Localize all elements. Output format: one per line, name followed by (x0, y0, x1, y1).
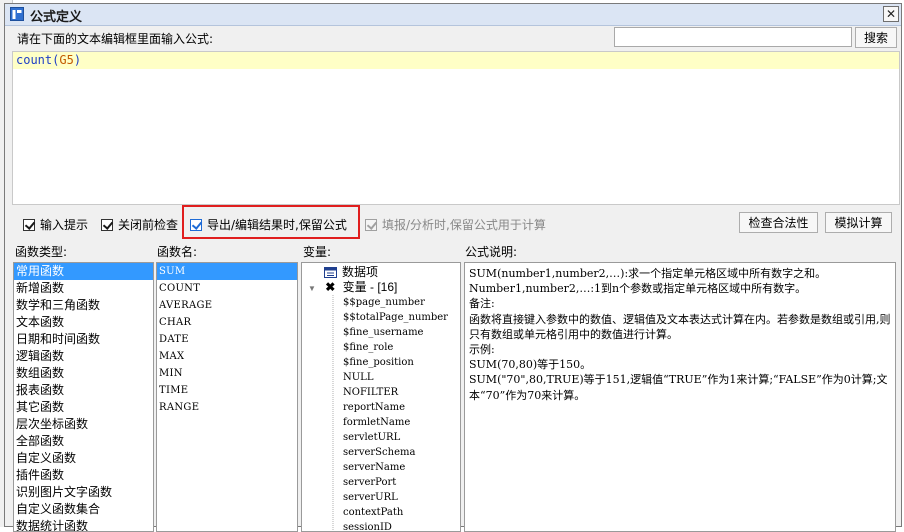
keep-formula-fill-checkbox: 填报/分析时,保留公式用于计算 (365, 216, 546, 233)
checkbox-box[interactable] (101, 218, 114, 231)
category-item[interactable]: 自定义函数 (14, 450, 153, 467)
editor-prompt-label: 请在下面的文本编辑框里面输入公式: (17, 32, 214, 46)
variable-item[interactable]: NOFILTER (302, 385, 460, 400)
variable-item[interactable]: NULL (302, 370, 460, 385)
checkbox-box (365, 218, 378, 231)
tree-node-variables[interactable]: ▼ ✖ 变量 - [16] (302, 280, 460, 295)
close-button[interactable]: ✕ (883, 6, 899, 22)
variable-items: $$page_number $$totalPage_number $fine_u… (302, 295, 460, 531)
search-input[interactable] (614, 27, 852, 47)
formula-function: count (16, 53, 53, 67)
category-item[interactable]: 数据统计函数 (14, 518, 153, 531)
category-item[interactable]: 新增函数 (14, 280, 153, 297)
variable-item[interactable]: $fine_role (302, 340, 460, 355)
variable-item[interactable]: formletName (302, 415, 460, 430)
function-item[interactable]: SUM (157, 263, 297, 280)
tree-node-data-item[interactable]: 数据项 (302, 265, 460, 280)
description-line: SUM(70,80)等于150。 (469, 358, 592, 372)
check-before-close-checkbox[interactable]: 关闭前检查 (101, 216, 178, 233)
close-icon: ✕ (885, 7, 897, 21)
variable-item[interactable]: serverURL (302, 490, 460, 505)
function-item[interactable]: TIME (157, 382, 297, 399)
category-item[interactable]: 其它函数 (14, 399, 153, 416)
category-item[interactable]: 插件函数 (14, 467, 153, 484)
checkbox-box[interactable] (23, 218, 36, 231)
variable-item[interactable]: servletURL (302, 430, 460, 445)
variable-item[interactable]: $fine_username (302, 325, 460, 340)
table-icon (324, 267, 337, 278)
formula-editor[interactable] (12, 51, 900, 205)
formula-text[interactable]: count(G5) (16, 53, 81, 67)
function-item[interactable]: MAX (157, 348, 297, 365)
function-section-label: 函数名: (157, 245, 198, 259)
category-item[interactable]: 文本函数 (14, 314, 153, 331)
tree-guide-line (332, 295, 334, 531)
simulate-button[interactable]: 模拟计算 (825, 212, 892, 233)
function-item[interactable]: CHAR (157, 314, 297, 331)
category-list[interactable]: 常用函数 新增函数 数学和三角函数 文本函数 日期和时间函数 逻辑函数 数组函数… (13, 262, 154, 532)
category-item[interactable]: 数组函数 (14, 365, 153, 382)
function-item[interactable]: DATE (157, 331, 297, 348)
variable-item[interactable]: serverPort (302, 475, 460, 490)
check-icon (366, 218, 378, 230)
check-icon (102, 218, 114, 230)
report-icon (10, 7, 24, 21)
function-item[interactable]: RANGE (157, 399, 297, 416)
description-line: SUM("70",80,TRUE)等于151,逻辑值“TRUE”作为1来计算;“… (469, 373, 888, 402)
variable-icon: ✖ (325, 280, 336, 294)
category-item[interactable]: 逻辑函数 (14, 348, 153, 365)
variable-item[interactable]: reportName (302, 400, 460, 415)
search-button[interactable]: 搜索 (855, 27, 897, 48)
check-validity-button[interactable]: 检查合法性 (739, 212, 818, 233)
description-line: Number1,number2,…:1到n个参数或指定单元格区域中所有数字。 (469, 282, 807, 296)
description-line: 备注: (469, 297, 495, 311)
chevron-down-icon: ▼ (308, 284, 316, 293)
category-item[interactable]: 全部函数 (14, 433, 153, 450)
window-title: 公式定义 (30, 10, 83, 25)
function-item[interactable]: COUNT (157, 280, 297, 297)
variable-item[interactable]: serverName (302, 460, 460, 475)
title-bar (5, 4, 901, 26)
formula-description: SUM(number1,number2,…):求一个指定单元格区域中所有数字之和… (464, 262, 896, 532)
input-hint-checkbox[interactable]: 输入提示 (23, 216, 88, 233)
category-section-label: 函数类型: (15, 245, 68, 259)
variable-item[interactable]: contextPath (302, 505, 460, 520)
formula-argument: G5 (59, 53, 74, 67)
variable-item[interactable]: serverSchema (302, 445, 460, 460)
current-line-highlight (13, 52, 899, 69)
function-list[interactable]: SUM COUNT AVERAGE CHAR DATE MAX MIN TIME… (156, 262, 298, 532)
variable-tree[interactable]: 数据项 ▼ ✖ 变量 - [16] $$page_number $$totalP… (301, 262, 461, 532)
function-item[interactable]: AVERAGE (157, 297, 297, 314)
category-item[interactable]: 数学和三角函数 (14, 297, 153, 314)
description-line: 示例: (469, 343, 495, 357)
variable-section-label: 变量: (303, 245, 332, 259)
check-icon (24, 218, 36, 230)
variable-item[interactable]: sessionID (302, 520, 460, 531)
variable-item[interactable]: $$page_number (302, 295, 460, 310)
category-item[interactable]: 常用函数 (14, 263, 153, 280)
annotation-highlight-box (182, 205, 360, 239)
category-item[interactable]: 报表函数 (14, 382, 153, 399)
variable-item[interactable]: $fine_position (302, 355, 460, 370)
variable-item[interactable]: $$totalPage_number (302, 310, 460, 325)
function-item[interactable]: MIN (157, 365, 297, 382)
description-line: SUM(number1,number2,…):求一个指定单元格区域中所有数字之和… (469, 267, 827, 280)
category-item[interactable]: 识别图片文字函数 (14, 484, 153, 501)
description-section-label: 公式说明: (465, 245, 518, 259)
description-line: 函数将直接键入参数中的数值、逻辑值及文本表达式计算在内。若参数是数组或引用,则只… (469, 312, 891, 341)
category-item[interactable]: 自定义函数集合 (14, 501, 153, 518)
category-item[interactable]: 日期和时间函数 (14, 331, 153, 348)
category-item[interactable]: 层次坐标函数 (14, 416, 153, 433)
